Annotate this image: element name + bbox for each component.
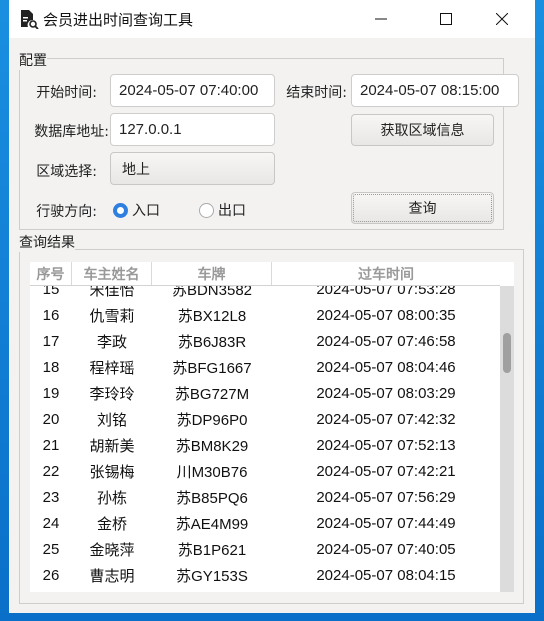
table-row[interactable]: 20 刘铭 苏DP96P0 2024-05-07 07:42:32 <box>30 406 500 432</box>
table-row[interactable]: 25 金晓萍 苏B1P621 2024-05-07 07:40:05 <box>30 536 500 562</box>
cell-index: 18 <box>42 358 60 376</box>
query-button[interactable]: 查询 <box>351 192 494 224</box>
cell-owner: 金桥 <box>96 515 127 533</box>
cell-plate: 苏BFG1667 <box>172 359 252 377</box>
cell-time: 2024-05-07 07:52:13 <box>316 436 456 454</box>
radio-unchecked-icon <box>199 202 214 218</box>
start-time-label: 开始时间: <box>36 85 97 101</box>
cell-index: 25 <box>42 540 60 558</box>
column-header-plate[interactable]: 车牌 <box>152 262 272 285</box>
end-time-input[interactable]: 2024-05-07 08:15:00 <box>351 74 519 107</box>
start-time-input[interactable]: 2024-05-07 07:40:00 <box>110 74 275 107</box>
table-body: 15 宋佳怡 苏BDN3582 2024-05-07 07:53:28 16 仇雪莉 苏BX… <box>30 286 500 592</box>
cell-time: 2024-05-07 07:42:32 <box>316 410 456 428</box>
db-address-label: 数据库地址: <box>34 124 109 140</box>
cell-index: 24 <box>42 514 60 532</box>
cell-index: 26 <box>42 566 60 584</box>
table-row[interactable]: 21 胡新美 苏BM8K29 2024-05-07 07:52:13 <box>30 432 500 458</box>
direction-radio-entry[interactable]: 入口 <box>113 200 160 220</box>
cell-time: 2024-05-07 08:00:35 <box>316 306 456 324</box>
close-button[interactable] <box>479 0 525 38</box>
table-row[interactable]: 26 曹志明 苏GY153S 2024-05-07 08:04:15 <box>30 562 500 588</box>
cell-index: 22 <box>42 462 60 480</box>
config-group-label: 配置 <box>19 50 47 70</box>
cell-plate: 苏AE4M99 <box>175 515 249 533</box>
table-row[interactable]: 22 张锡梅 川M30B76 2024-05-07 07:42:21 <box>30 458 500 484</box>
cell-plate: 苏GY153S <box>176 567 248 585</box>
cell-plate: 苏B1P621 <box>177 541 247 559</box>
cell-owner: 李玲玲 <box>89 385 135 403</box>
cell-owner: 胡新美 <box>89 437 135 455</box>
title-bar: 会员进出时间查询工具 <box>9 0 535 38</box>
cell-owner: 李政 <box>96 333 127 351</box>
end-time-label: 结束时间: <box>286 85 347 101</box>
cell-owner: 张锡梅 <box>89 463 135 481</box>
table-row[interactable]: 18 程梓瑶 苏BFG1667 2024-05-07 08:04:46 <box>30 354 500 380</box>
cell-owner: 仇雪莉 <box>89 307 135 325</box>
cell-plate: 苏BG727M <box>174 385 250 403</box>
cell-plate: 川M30B76 <box>176 463 248 481</box>
cell-plate: 苏BX12L8 <box>177 307 247 325</box>
cell-plate: 苏BDN3582 <box>171 286 253 299</box>
column-header-owner[interactable]: 车主姓名 <box>72 262 152 285</box>
cell-time: 2024-05-07 07:44:49 <box>316 514 456 532</box>
results-table: 序号 车主姓名 车牌 过车时间 15 宋佳怡 苏BDN3582 2024-05-07 … <box>30 262 514 592</box>
cell-owner: 程梓瑶 <box>89 359 135 377</box>
cell-time: 2024-05-07 08:04:15 <box>316 566 456 584</box>
column-header-index[interactable]: 序号 <box>30 262 72 285</box>
cell-owner: 金晓萍 <box>89 541 135 559</box>
table-row[interactable]: 23 孙栋 苏B85PQ6 2024-05-07 07:56:29 <box>30 484 500 510</box>
table-row[interactable]: 19 李玲玲 苏BG727M 2024-05-07 08:03:29 <box>30 380 500 406</box>
cell-plate: 苏BM8K29 <box>175 437 249 455</box>
cell-owner: 刘铭 <box>96 411 127 429</box>
maximize-button[interactable] <box>423 0 469 38</box>
area-select-combobox[interactable]: 地上 <box>110 152 275 185</box>
cell-index: 20 <box>42 410 60 428</box>
table-header: 序号 车主姓名 车牌 过车时间 <box>30 262 500 286</box>
radio-label: 入口 <box>132 203 160 219</box>
document-search-icon <box>21 10 39 29</box>
cell-owner: 宋佳怡 <box>89 286 135 299</box>
radio-checked-icon <box>113 202 128 218</box>
cell-time: 2024-05-07 07:42:21 <box>316 462 456 480</box>
cell-time: 2024-05-07 07:56:29 <box>316 488 456 506</box>
direction-label: 行驶方向: <box>36 204 97 220</box>
table-row[interactable]: 24 金桥 苏AE4M99 2024-05-07 07:44:49 <box>30 510 500 536</box>
results-group-label: 查询结果 <box>19 232 75 252</box>
cell-time: 2024-05-07 07:53:28 <box>316 286 456 298</box>
close-icon <box>496 13 508 25</box>
app-window: 会员进出时间查询工具 配置 开始时间: 2024-05-07 07:40:00 … <box>9 0 535 613</box>
window-title: 会员进出时间查询工具 <box>43 11 194 29</box>
db-address-input[interactable]: 127.0.0.1 <box>110 113 275 146</box>
scrollbar-thumb[interactable] <box>503 333 511 373</box>
cell-index: 21 <box>42 436 60 454</box>
cell-time: 2024-05-07 08:04:46 <box>316 358 456 376</box>
cell-time: 2024-05-07 08:03:29 <box>316 384 456 402</box>
cell-plate: 苏B6J83R <box>177 333 247 351</box>
area-select-label: 区域选择: <box>36 164 97 180</box>
cell-index: 23 <box>42 488 60 506</box>
vertical-scrollbar[interactable] <box>500 286 514 592</box>
minimize-button[interactable] <box>358 0 404 38</box>
cell-time: 2024-05-07 07:46:58 <box>316 332 456 350</box>
cell-owner: 孙栋 <box>96 489 127 507</box>
table-row[interactable]: 16 仇雪莉 苏BX12L8 2024-05-07 08:00:35 <box>30 302 500 328</box>
minimize-icon <box>375 18 387 20</box>
table-row[interactable]: 15 宋佳怡 苏BDN3582 2024-05-07 07:53:28 <box>30 286 500 302</box>
table-row[interactable]: 17 李政 苏B6J83R 2024-05-07 07:46:58 <box>30 328 500 354</box>
radio-label: 出口 <box>218 203 246 219</box>
column-header-time[interactable]: 过车时间 <box>272 262 500 285</box>
maximize-icon <box>440 13 452 25</box>
fetch-area-button[interactable]: 获取区域信息 <box>351 114 494 146</box>
direction-radio-exit[interactable]: 出口 <box>199 200 246 220</box>
cell-time: 2024-05-07 07:40:05 <box>316 540 456 558</box>
cell-index: 15 <box>42 286 60 298</box>
cell-index: 16 <box>42 306 60 324</box>
cell-index: 17 <box>42 332 60 350</box>
cell-plate: 苏DP96P0 <box>176 411 248 429</box>
cell-index: 19 <box>42 384 60 402</box>
cell-owner: 曹志明 <box>89 567 135 585</box>
cell-plate: 苏B85PQ6 <box>176 489 248 507</box>
